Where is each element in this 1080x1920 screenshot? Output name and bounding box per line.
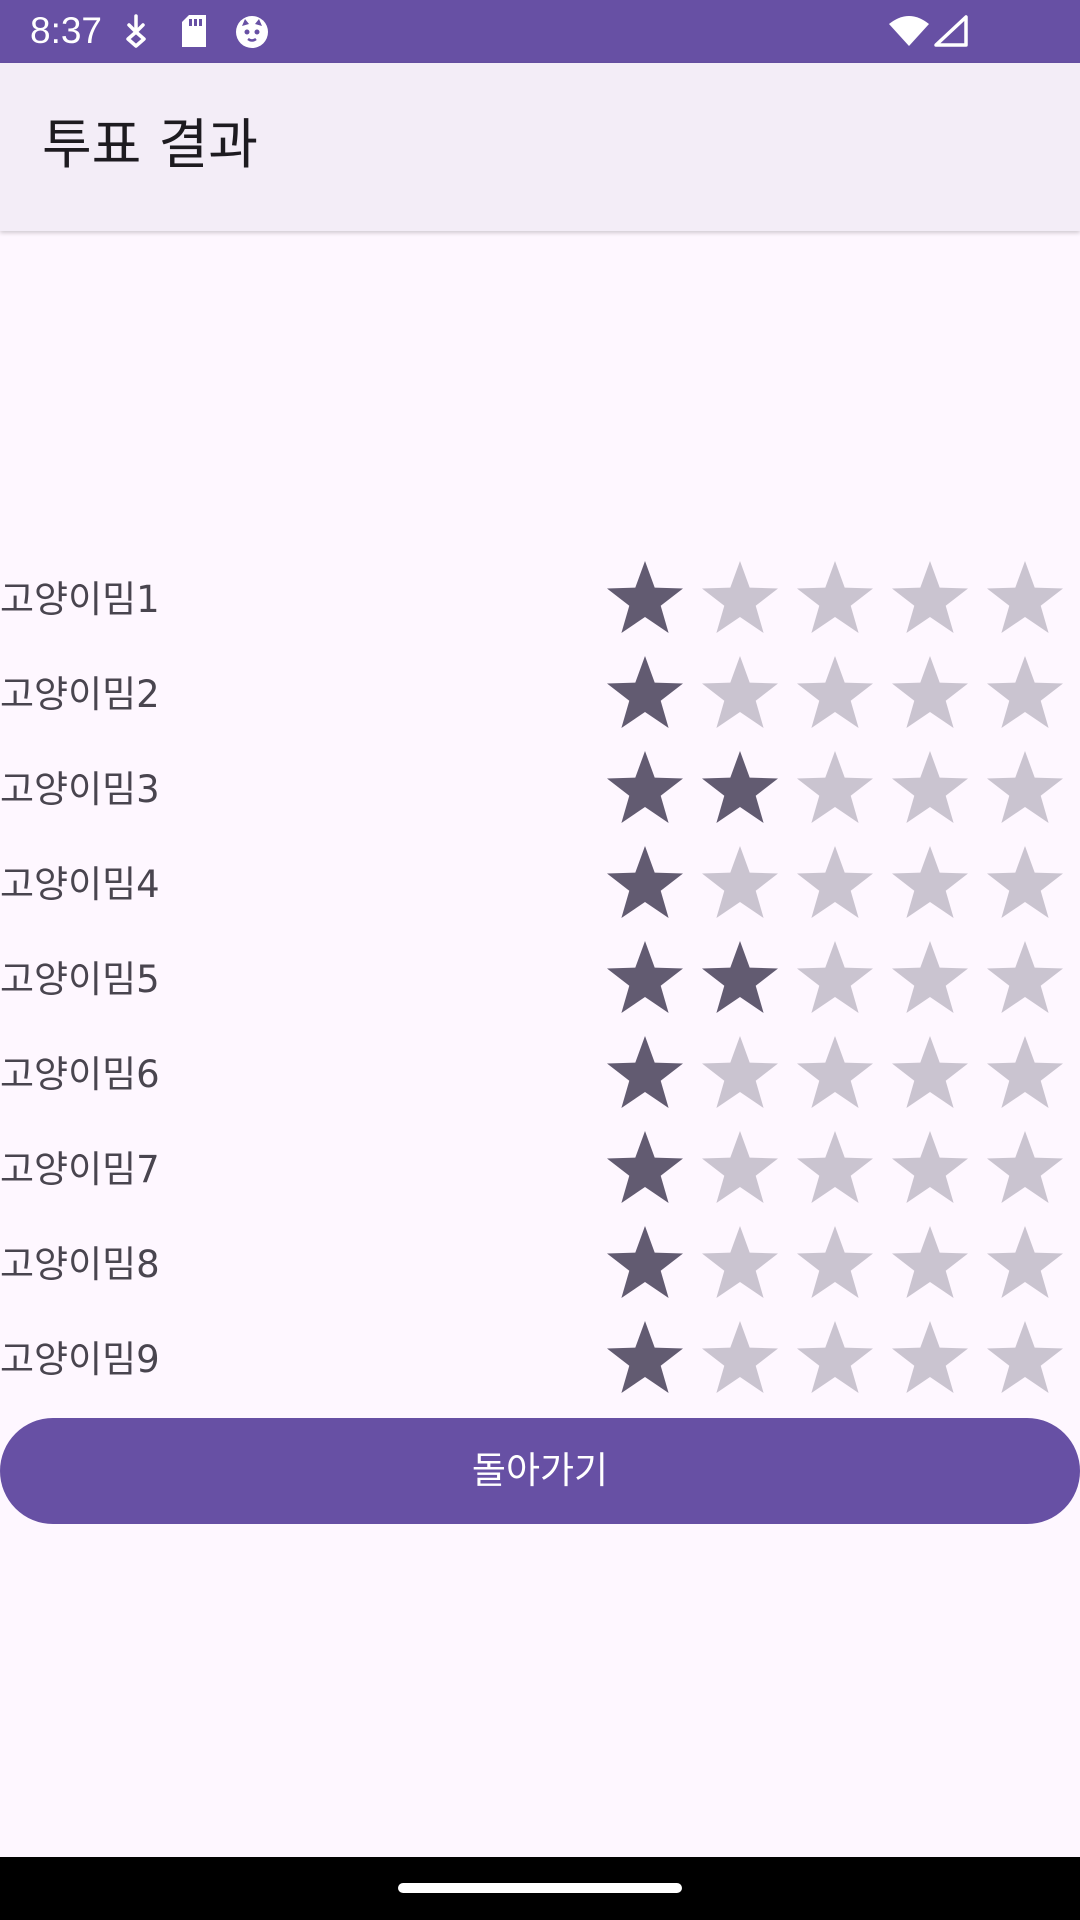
star-filled-icon	[604, 654, 686, 734]
vote-row: 고양이밈6	[0, 1027, 1080, 1122]
vote-row: 고양이밈5	[0, 932, 1080, 1027]
vote-row: 고양이밈2	[0, 647, 1080, 742]
cell-signal-icon	[934, 15, 968, 51]
cat-face-icon	[234, 14, 270, 54]
app-bar: 투표 결과	[0, 63, 1080, 231]
star-empty-icon	[794, 1129, 876, 1209]
vote-item-label: 고양이밈1	[0, 578, 160, 621]
star-empty-icon	[699, 1034, 781, 1114]
vote-row: 고양이밈1	[0, 552, 1080, 647]
star-empty-icon	[984, 559, 1066, 639]
star-empty-icon	[984, 654, 1066, 734]
star-empty-icon	[699, 1319, 781, 1399]
star-empty-icon	[794, 654, 876, 734]
star-empty-icon	[699, 559, 781, 639]
star-empty-icon	[794, 1224, 876, 1304]
vote-item-label: 고양이밈2	[0, 673, 160, 716]
star-filled-icon	[604, 559, 686, 639]
star-empty-icon	[889, 654, 971, 734]
vote-item-label: 고양이밈9	[0, 1338, 160, 1381]
vote-row: 고양이밈7	[0, 1122, 1080, 1217]
star-empty-icon	[984, 1034, 1066, 1114]
star-empty-icon	[794, 1034, 876, 1114]
vote-row: 고양이밈9	[0, 1312, 1080, 1407]
vote-results-list: 고양이밈1 고양이밈2 고양이밈3 고양이밈4 고양이밈5 고양이밈6 고양이밈7 고양이밈8…	[0, 552, 1080, 1407]
star-empty-icon	[794, 1319, 876, 1399]
vote-item-label: 고양이밈7	[0, 1148, 160, 1191]
navigation-bar	[0, 1857, 1080, 1920]
star-empty-icon	[699, 844, 781, 924]
status-bar: 8:37	[0, 0, 1080, 63]
star-empty-icon	[984, 749, 1066, 829]
star-empty-icon	[699, 1129, 781, 1209]
star-empty-icon	[984, 1319, 1066, 1399]
sd-card-icon	[180, 14, 208, 52]
star-filled-icon	[604, 844, 686, 924]
star-empty-icon	[889, 559, 971, 639]
star-empty-icon	[889, 749, 971, 829]
vote-item-label: 고양이밈8	[0, 1243, 160, 1286]
wifi-icon	[888, 15, 930, 51]
vote-item-label: 고양이밈3	[0, 768, 160, 811]
vote-row: 고양이밈3	[0, 742, 1080, 837]
star-empty-icon	[699, 654, 781, 734]
vote-item-label: 고양이밈6	[0, 1053, 160, 1096]
vote-item-label: 고양이밈5	[0, 958, 160, 1001]
star-empty-icon	[794, 559, 876, 639]
star-empty-icon	[984, 939, 1066, 1019]
star-empty-icon	[889, 1224, 971, 1304]
star-filled-icon	[604, 939, 686, 1019]
star-empty-icon	[889, 1034, 971, 1114]
star-empty-icon	[794, 749, 876, 829]
star-empty-icon	[984, 1224, 1066, 1304]
star-empty-icon	[699, 1224, 781, 1304]
star-filled-icon	[604, 1129, 686, 1209]
download-icon	[122, 14, 150, 52]
star-filled-icon	[604, 1034, 686, 1114]
star-filled-icon	[699, 749, 781, 829]
back-button[interactable]: 돌아가기	[0, 1418, 1080, 1524]
star-empty-icon	[889, 844, 971, 924]
star-filled-icon	[604, 1224, 686, 1304]
star-filled-icon	[604, 749, 686, 829]
status-time: 8:37	[30, 10, 103, 51]
vote-row: 고양이밈8	[0, 1217, 1080, 1312]
star-empty-icon	[889, 939, 971, 1019]
star-empty-icon	[984, 844, 1066, 924]
star-filled-icon	[604, 1319, 686, 1399]
vote-row: 고양이밈4	[0, 837, 1080, 932]
star-empty-icon	[794, 939, 876, 1019]
star-empty-icon	[984, 1129, 1066, 1209]
home-gesture-handle[interactable]	[398, 1883, 682, 1893]
star-empty-icon	[794, 844, 876, 924]
star-empty-icon	[889, 1319, 971, 1399]
vote-item-label: 고양이밈4	[0, 863, 160, 906]
star-empty-icon	[889, 1129, 971, 1209]
page-title: 투표 결과	[42, 113, 258, 176]
star-filled-icon	[699, 939, 781, 1019]
